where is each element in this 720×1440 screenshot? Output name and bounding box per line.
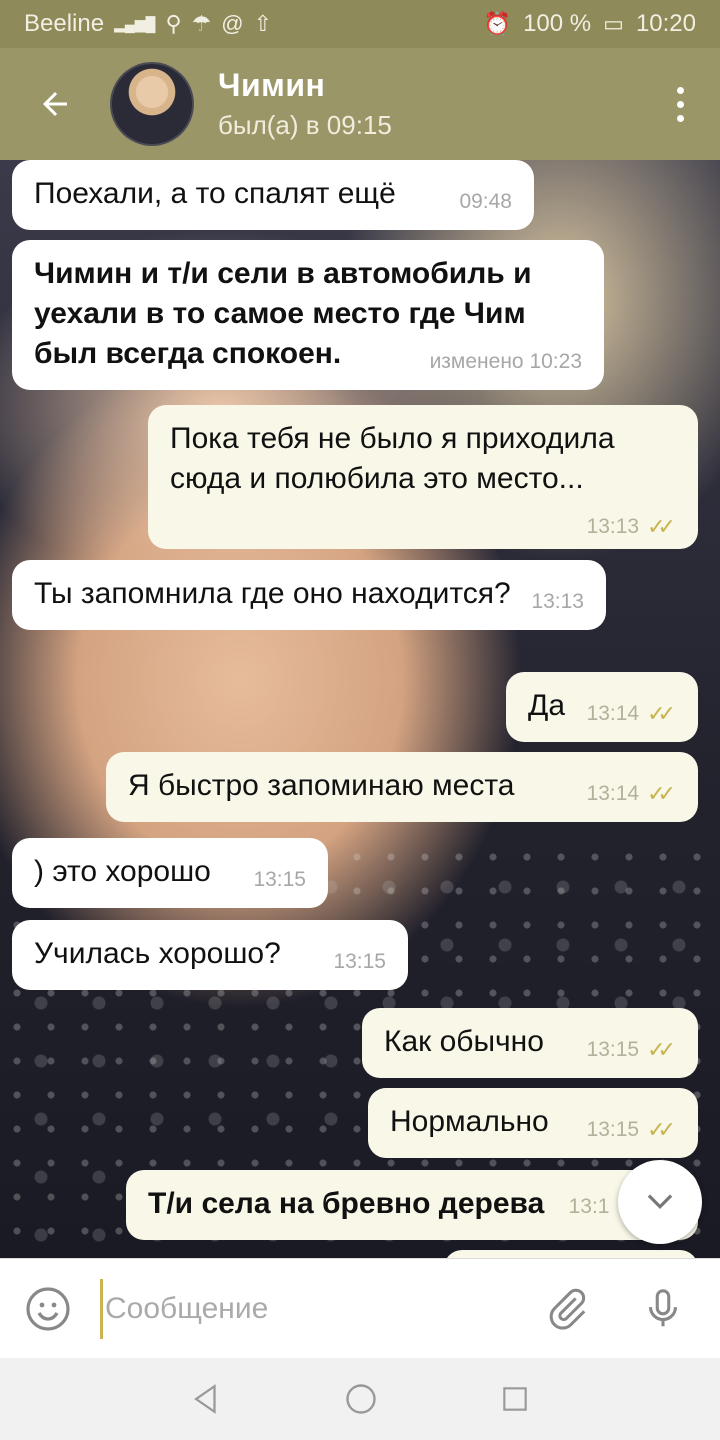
message-bubble[interactable]: Чимин и т/и сели в автомобиль и уехали в… <box>12 240 604 390</box>
double-check-icon: ✓✓ <box>647 514 676 539</box>
message-time: 13:15 <box>253 868 306 891</box>
battery-label: 100 % <box>523 10 592 37</box>
avatar[interactable] <box>110 62 194 146</box>
alarm-icon: ⏰ <box>483 11 512 36</box>
status-bar: Beeline ▂▄▆█ ⚲ ☂ @ ⇧ ⏰ 100 % ▭ 10:20 <box>0 0 720 48</box>
chat-area[interactable]: Поехали, а то спалят ещё 09:48 Чимин и т… <box>0 160 720 1258</box>
message-text: Пока тебя не было я приходила сюда и пол… <box>170 422 615 495</box>
message-input[interactable]: Сообщение <box>100 1278 544 1339</box>
message-text: Ты запомнила где оно находится? <box>34 577 511 610</box>
message-time: 13:15 <box>586 1038 640 1061</box>
message-bubble[interactable]: Как обычно 13:15 ✓✓ <box>362 1008 698 1078</box>
back-button[interactable] <box>0 48 110 160</box>
message-bubble[interactable]: Я быстро запоминаю места 13:14 ✓✓ <box>106 752 698 822</box>
system-nav-bar <box>0 1358 720 1440</box>
contact-status: был(а) в 09:15 <box>218 110 392 140</box>
double-check-icon: ✓✓ <box>647 781 676 806</box>
scroll-down-button[interactable] <box>618 1160 702 1244</box>
carrier-label: Beeline <box>24 10 105 37</box>
message-text: ) это хорошо <box>34 855 211 888</box>
message-time: 13:15 <box>586 1118 640 1141</box>
message-time: изменено 10:23 <box>429 350 582 373</box>
nav-back-icon[interactable] <box>189 1382 223 1416</box>
message-time: 13:15 <box>333 950 386 973</box>
chat-header: Чимин был(а) в 09:15 <box>0 48 720 160</box>
double-check-icon: ✓✓ <box>647 1117 676 1142</box>
battery-icon: ▭ <box>603 11 624 36</box>
message-time: 13:14 <box>586 782 640 805</box>
message-time: 13:14 <box>586 702 640 725</box>
message-bubble[interactable]: ) это хорошо 13:15 <box>12 838 328 908</box>
message-bubble[interactable]: Пока тебя не было я приходила сюда и пол… <box>148 405 698 549</box>
message-text: Т/и села на бревно дерева <box>148 1187 545 1220</box>
message-bubble[interactable] <box>444 1250 698 1258</box>
nav-recents-icon[interactable] <box>499 1383 531 1415</box>
message-text: Поехали, а то спалят ещё <box>34 177 396 210</box>
message-time: 09:48 <box>459 190 512 213</box>
contact-name: Чимин <box>218 67 326 103</box>
microphone-icon[interactable] <box>640 1286 686 1332</box>
search-icon: ⚲ <box>165 11 182 36</box>
double-check-icon: ✓✓ <box>647 701 676 726</box>
download-icon: ⇧ <box>253 11 273 36</box>
message-text: Училась хорошо? <box>34 937 281 970</box>
clock-label: 10:20 <box>635 10 696 37</box>
paperclip-icon[interactable] <box>544 1286 590 1332</box>
umbrella-icon: ☂ <box>191 11 212 36</box>
signal-icon: ▂▄▆█ <box>114 16 156 32</box>
message-bubble[interactable]: Нормально 13:15 ✓✓ <box>368 1088 698 1158</box>
message-text: Я быстро запоминаю места <box>128 769 515 802</box>
arrow-left-icon <box>43 92 67 116</box>
message-time: 13:13 <box>531 590 584 613</box>
at-icon: @ <box>221 11 244 36</box>
message-time: 13:1 <box>568 1195 610 1218</box>
message-text: Как обычно <box>384 1025 544 1058</box>
message-text: Нормально <box>390 1105 549 1138</box>
message-composer: Сообщение <box>0 1258 720 1358</box>
message-bubble[interactable]: Да 13:14 ✓✓ <box>506 672 698 742</box>
message-bubble[interactable]: Ты запомнила где оно находится? 13:13 <box>12 560 606 630</box>
message-bubble[interactable]: Училась хорошо? 13:15 <box>12 920 408 990</box>
message-bubble[interactable]: Поехали, а то спалят ещё 09:48 <box>12 160 534 230</box>
double-check-icon: ✓✓ <box>647 1037 676 1062</box>
contact-info[interactable]: Чимин был(а) в 09:15 <box>218 67 392 141</box>
message-bubble[interactable]: Т/и села на бревно дерева 13:1 <box>126 1170 698 1240</box>
message-time: 13:13 <box>586 515 640 538</box>
chevron-down-icon <box>647 1194 673 1209</box>
message-text: Да <box>528 689 566 722</box>
nav-home-icon[interactable] <box>343 1381 379 1417</box>
more-vert-icon[interactable] <box>640 48 720 160</box>
smile-icon[interactable] <box>24 1285 72 1333</box>
